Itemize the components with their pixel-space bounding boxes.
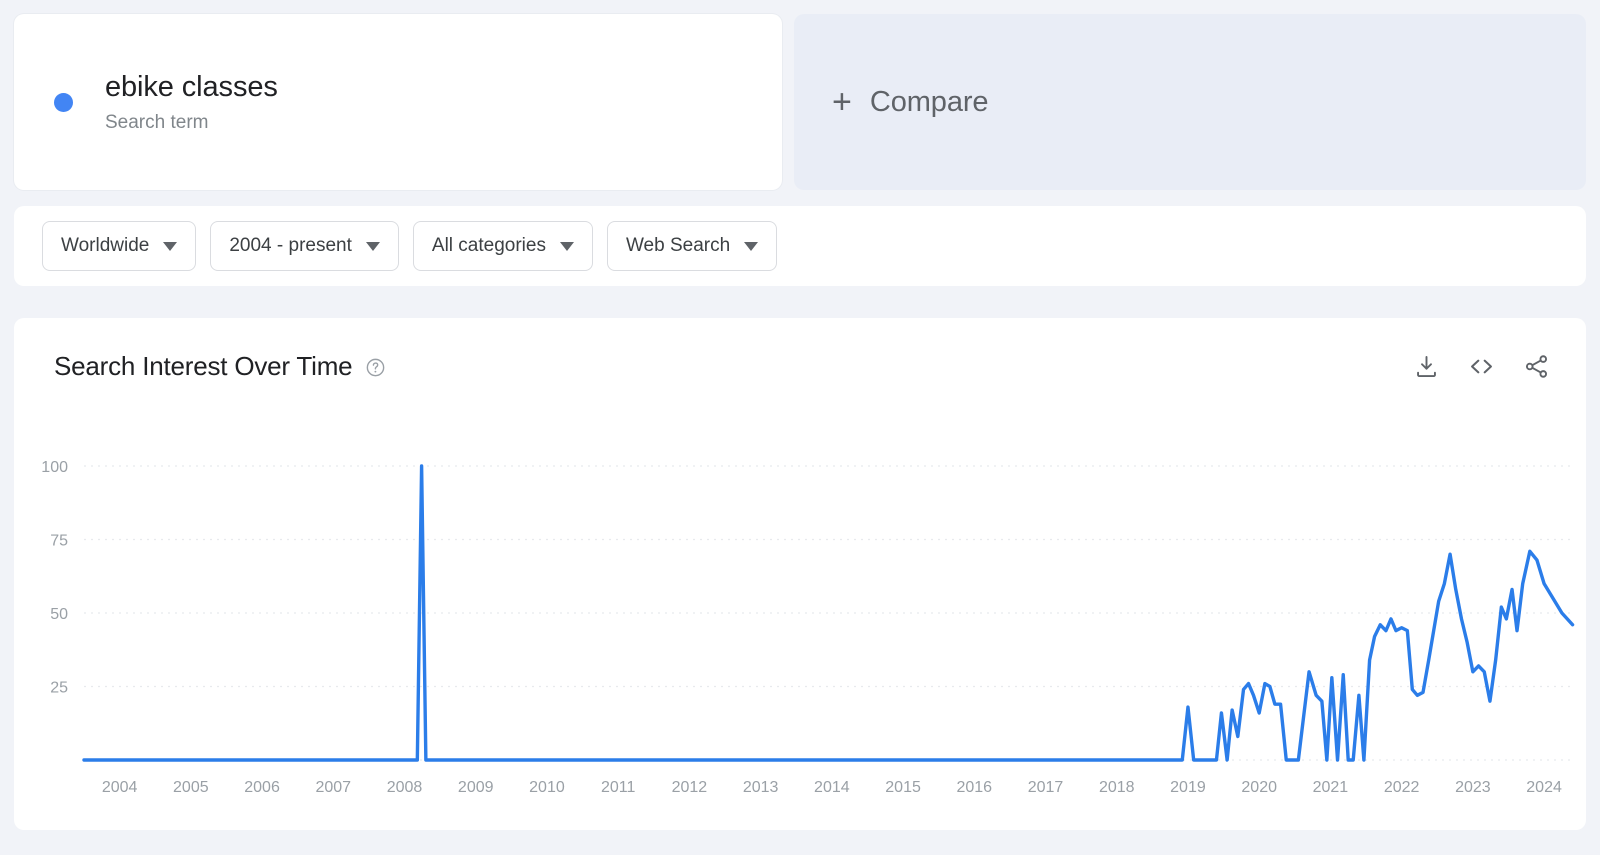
x-axis-tick-label: 2008 bbox=[387, 779, 423, 796]
chart-header: Search Interest Over Time bbox=[14, 318, 1586, 414]
filter-category[interactable]: All categories bbox=[412, 221, 593, 271]
filter-search-type-label: Web Search bbox=[625, 235, 731, 256]
plus-icon: + bbox=[832, 83, 852, 121]
y-axis-tick-label: 50 bbox=[50, 606, 68, 623]
download-icon[interactable] bbox=[1413, 353, 1440, 380]
filter-location[interactable]: Worldwide bbox=[42, 221, 197, 271]
filter-search-type[interactable]: Web Search bbox=[606, 221, 778, 271]
interest-over-time-chart: 100 75 50 25 2004 2005 2006 2007 2008 2009 2010 20… bbox=[14, 414, 1586, 830]
x-axis-tick-label: 2014 bbox=[814, 779, 850, 796]
x-axis-tick-label: 2012 bbox=[672, 779, 708, 796]
chevron-down-icon bbox=[744, 241, 759, 251]
x-axis-tick-label: 2013 bbox=[743, 779, 779, 796]
x-axis-tick-label: 2021 bbox=[1313, 779, 1349, 796]
x-axis-tick-label: 2011 bbox=[601, 779, 636, 796]
filter-time-range-label: 2004 - present bbox=[229, 235, 352, 256]
interest-over-time-card: Search Interest Over Time 100 75 50 25 2… bbox=[14, 318, 1586, 830]
x-axis-tick-label: 2010 bbox=[529, 779, 565, 796]
filter-location-label: Worldwide bbox=[61, 235, 150, 256]
search-term-card[interactable]: ebike classes Search term bbox=[14, 14, 782, 190]
page-title: Search Interest Over Time bbox=[54, 350, 353, 381]
share-icon[interactable] bbox=[1523, 353, 1550, 380]
chevron-down-icon bbox=[163, 241, 178, 251]
search-term-text: ebike classes Search term bbox=[105, 70, 278, 133]
y-axis-labels: 100 75 50 25 bbox=[41, 459, 68, 697]
help-circle-icon[interactable] bbox=[365, 357, 386, 378]
chevron-down-icon bbox=[365, 241, 380, 251]
filter-category-label: All categories bbox=[431, 235, 546, 256]
x-axis-tick-label: 2016 bbox=[956, 779, 992, 796]
x-axis-tick-label: 2005 bbox=[173, 779, 209, 796]
chart-actions bbox=[1413, 353, 1550, 380]
x-axis-tick-label: 2019 bbox=[1170, 779, 1206, 796]
terms-row: ebike classes Search term + Compare bbox=[0, 0, 1600, 206]
trend-line[interactable] bbox=[82, 464, 1575, 762]
x-axis-tick-label: 2017 bbox=[1028, 779, 1064, 796]
search-term-title: ebike classes bbox=[105, 71, 278, 104]
y-axis-tick-label: 100 bbox=[41, 459, 68, 476]
x-axis-tick-label: 2009 bbox=[458, 779, 494, 796]
compare-button[interactable]: + Compare bbox=[794, 14, 1586, 190]
x-axis-tick-label: 2015 bbox=[885, 779, 921, 796]
embed-code-icon[interactable] bbox=[1468, 353, 1495, 380]
x-axis-tick-label: 2007 bbox=[315, 779, 351, 796]
x-axis-tick-label: 2020 bbox=[1241, 779, 1277, 796]
chevron-down-icon bbox=[559, 241, 574, 251]
x-axis-labels: 2004 2005 2006 2007 2008 2009 2010 2011 2012 2013… bbox=[102, 779, 1562, 796]
compare-label: Compare bbox=[869, 85, 989, 118]
filter-bar: Worldwide 2004 - present All categories … bbox=[14, 206, 1586, 286]
filter-time-range[interactable]: 2004 - present bbox=[210, 221, 399, 271]
y-axis-tick-label: 25 bbox=[50, 680, 68, 697]
x-axis-tick-label: 2018 bbox=[1099, 779, 1135, 796]
chart-svg: 100755025 2004 2005 2006 2007 2008 2009 2010 20… bbox=[41, 459, 1575, 796]
x-axis-tick-label: 2023 bbox=[1455, 779, 1491, 796]
grid-lines bbox=[84, 465, 1574, 761]
series-color-dot bbox=[54, 92, 73, 112]
x-axis-tick-label: 2022 bbox=[1384, 779, 1420, 796]
y-axis-tick-label: 75 bbox=[50, 533, 68, 550]
google-trends-page: ebike classes Search term + Compare Worl… bbox=[0, 0, 1600, 855]
x-axis-tick-label: 2006 bbox=[244, 779, 280, 796]
x-axis-tick-label: 2024 bbox=[1526, 779, 1562, 796]
x-axis-tick-label: 2004 bbox=[102, 779, 138, 796]
search-term-type: Search term bbox=[105, 111, 209, 133]
